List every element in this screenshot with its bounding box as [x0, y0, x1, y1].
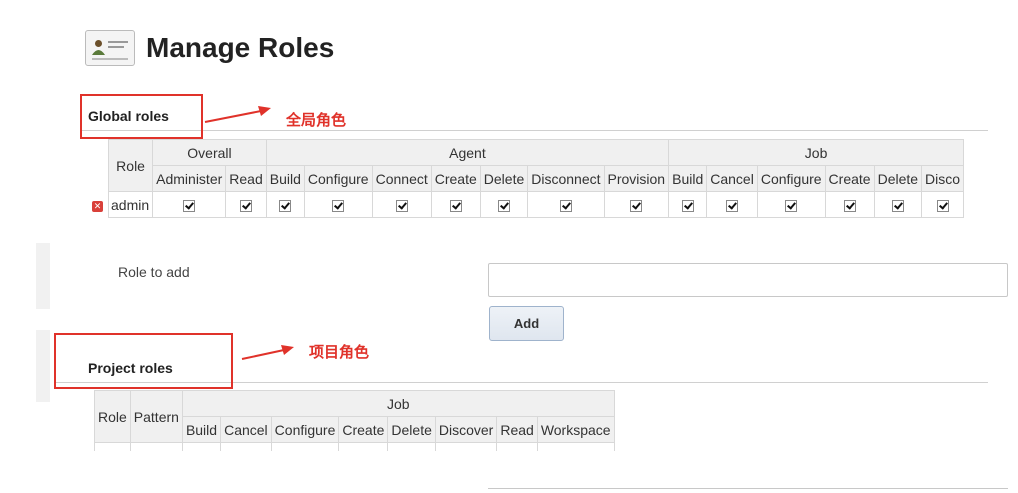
permission-column-header: Workspace — [536, 416, 615, 443]
permission-column-header: Create — [824, 165, 875, 192]
permission-checkbox[interactable] — [936, 199, 949, 212]
empty-cell — [220, 442, 272, 451]
permission-cell — [371, 191, 432, 218]
permission-column-header: Cancel — [706, 165, 758, 192]
annotation-arrow — [241, 345, 294, 360]
permission-checkbox[interactable] — [681, 199, 694, 212]
permission-column-header: Delete — [387, 416, 436, 443]
empty-cell — [181, 442, 222, 451]
permission-checkbox[interactable] — [498, 199, 511, 212]
project-role-input[interactable] — [488, 488, 1008, 493]
role-to-add-label: Role to add — [118, 264, 190, 280]
global-roles-title: Global roles — [88, 108, 169, 124]
permission-column-header: Discover — [434, 416, 498, 443]
permission-group-header: Job — [668, 139, 965, 166]
id-card-icon — [85, 30, 135, 66]
permission-cell — [756, 191, 826, 218]
global-roles-annotation: 全局角色 — [286, 112, 347, 129]
role-name-cell: admin — [107, 191, 154, 218]
permission-column-header: Configure — [756, 165, 826, 192]
empty-cell — [338, 442, 389, 451]
role-column-header: Role — [107, 139, 154, 192]
section-divider — [80, 130, 988, 131]
left-edge-shade — [36, 243, 50, 309]
project-roles-title: Project roles — [88, 360, 173, 376]
empty-cell — [270, 442, 340, 451]
left-edge-shade — [36, 330, 50, 402]
permission-checkbox[interactable] — [449, 199, 462, 212]
permission-column-header: Delete — [873, 165, 923, 192]
permission-checkbox[interactable] — [240, 199, 253, 212]
permission-checkbox[interactable] — [183, 199, 196, 212]
permission-column-header: Build — [668, 165, 708, 192]
permission-checkbox[interactable] — [726, 199, 739, 212]
permission-checkbox[interactable] — [843, 199, 856, 212]
permission-column-header: Connect — [371, 165, 432, 192]
permission-cell — [225, 191, 267, 218]
permission-cell — [873, 191, 923, 218]
permission-checkbox[interactable] — [630, 199, 643, 212]
empty-cell — [496, 442, 538, 451]
permission-cell — [668, 191, 708, 218]
permission-cell — [527, 191, 605, 218]
permission-checkbox[interactable] — [279, 199, 292, 212]
permission-column-header: Create — [338, 416, 389, 443]
permission-cell — [265, 191, 305, 218]
permission-cell — [921, 191, 965, 218]
permission-cell — [824, 191, 875, 218]
permission-checkbox[interactable] — [332, 199, 345, 212]
permission-checkbox[interactable] — [559, 199, 572, 212]
project-roles-table: Role Pattern Job Build Cancel Configure Cre… — [94, 390, 615, 451]
empty-cell — [387, 442, 436, 451]
empty-cell — [536, 442, 615, 451]
permission-column-header: Configure — [303, 165, 373, 192]
page-title: Manage Roles — [146, 32, 335, 63]
permission-cell — [303, 191, 373, 218]
add-button[interactable]: Add — [489, 306, 564, 341]
role-column-header: Role — [94, 390, 131, 443]
permission-column-header: Read — [225, 165, 267, 192]
permission-cell — [706, 191, 758, 218]
permission-cell — [603, 191, 670, 218]
permission-checkbox[interactable] — [891, 199, 904, 212]
permission-column-header: Read — [496, 416, 538, 443]
project-roles-annotation: 项目角色 — [309, 344, 370, 361]
delete-role-icon[interactable]: ✕ — [92, 198, 106, 216]
empty-cell — [94, 442, 131, 451]
permission-column-header: Administer — [152, 165, 227, 192]
permission-checkbox[interactable] — [395, 199, 408, 212]
permission-column-header: Cancel — [220, 416, 272, 443]
permission-column-header: Provision — [603, 165, 670, 192]
permission-group-header: Job — [181, 390, 615, 417]
permission-column-header: Disco — [921, 165, 965, 192]
pattern-column-header: Pattern — [129, 390, 183, 443]
permission-column-header: Configure — [270, 416, 340, 443]
permission-checkbox[interactable] — [785, 199, 798, 212]
permission-column-header: Delete — [479, 165, 529, 192]
permission-group-header: Overall — [152, 139, 267, 166]
global-roles-table: Role Overall Agent Job Administer Read Build… — [107, 139, 965, 218]
annotation-arrow — [204, 106, 271, 123]
permission-cell — [479, 191, 529, 218]
permission-cell — [152, 191, 227, 218]
permission-column-header: Create — [430, 165, 481, 192]
empty-cell — [129, 442, 183, 451]
permission-column-header: Build — [265, 165, 305, 192]
table-row: admin — [107, 191, 965, 218]
role-to-add-input[interactable] — [488, 263, 1008, 297]
permission-column-header: Build — [181, 416, 222, 443]
role-name: admin — [111, 196, 150, 213]
permission-group-header: Agent — [265, 139, 670, 166]
permission-cell — [430, 191, 481, 218]
project-roles-table-wrap: Role Pattern Job Build Cancel Configure Cre… — [94, 390, 615, 451]
permission-column-header: Disconnect — [527, 165, 605, 192]
global-roles-table-wrap: Role Overall Agent Job Administer Read Build… — [92, 139, 988, 218]
empty-cell — [434, 442, 498, 451]
